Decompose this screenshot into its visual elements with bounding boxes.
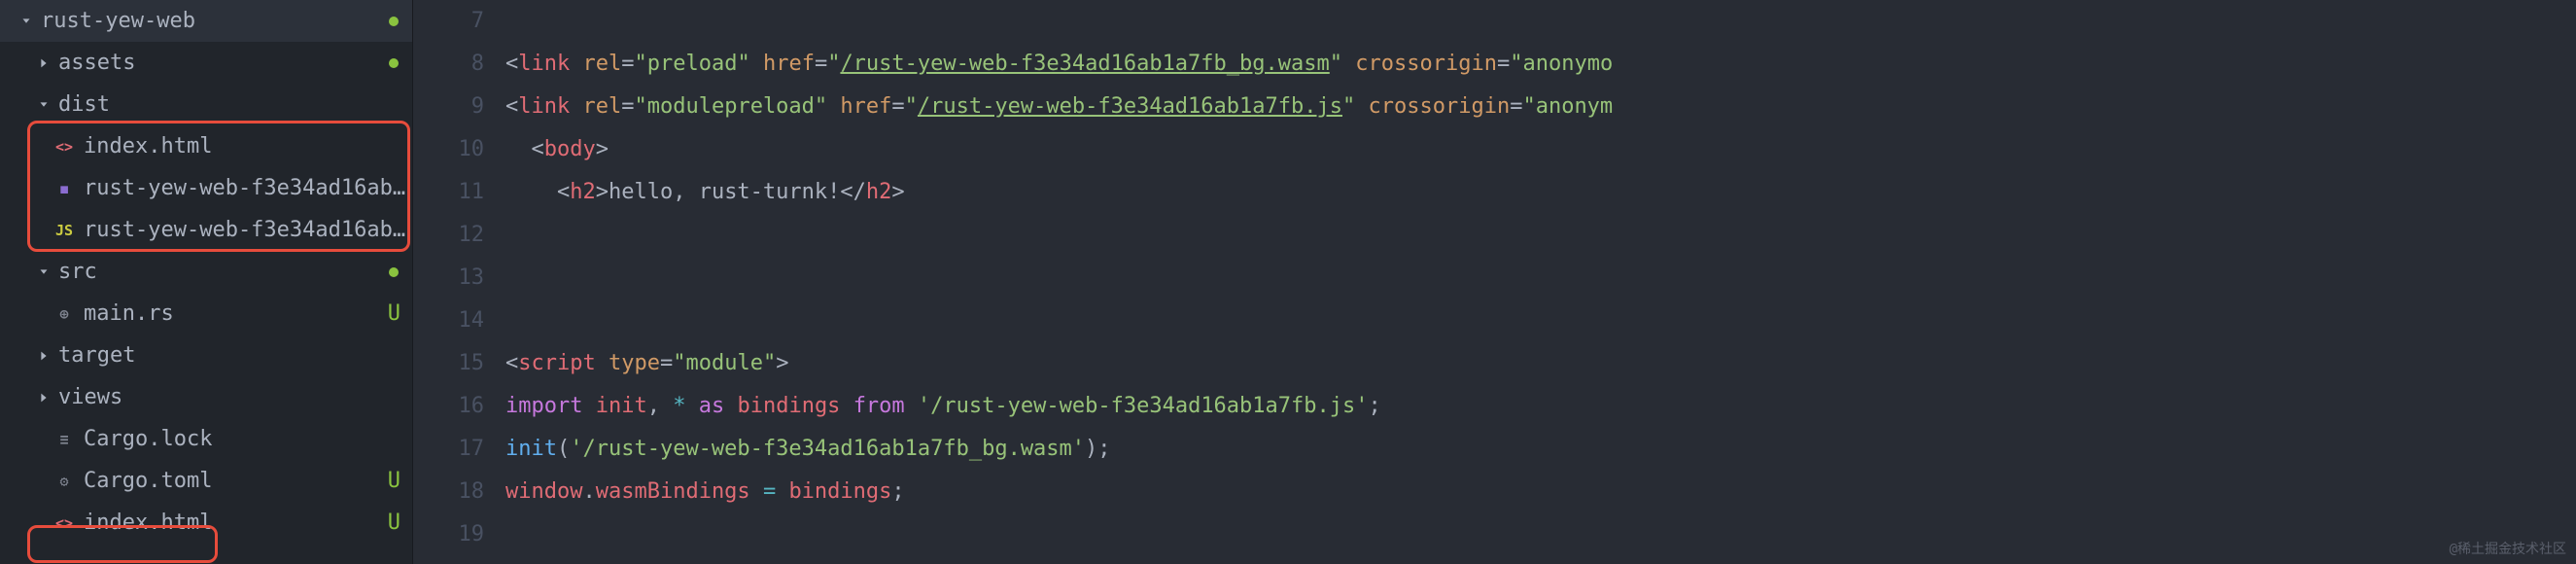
file-label: Cargo.toml [84, 469, 412, 493]
gear-icon: ⚙ [52, 470, 76, 493]
folder-views[interactable]: views [0, 376, 412, 418]
code-line: <script type="module"> [505, 342, 2576, 385]
code-line: window.wasmBindings = bindings; [505, 471, 2576, 513]
line-number: 15 [413, 342, 484, 385]
line-number: 13 [413, 257, 484, 300]
file-index-html-dist[interactable]: <> index.html [0, 125, 412, 167]
folder-root[interactable]: rust-yew-web [0, 0, 412, 42]
chevron-down-icon [17, 13, 35, 30]
code-line: init('/rust-yew-web-f3e34ad16ab1a7fb_bg.… [505, 428, 2576, 471]
code-line: import init, * as bindings from '/rust-y… [505, 385, 2576, 428]
folder-label: views [58, 385, 412, 409]
folder-target[interactable]: target [0, 335, 412, 376]
line-number: 7 [413, 0, 484, 43]
folder-label: target [58, 343, 412, 368]
chevron-down-icon [35, 264, 52, 281]
file-cargo-toml[interactable]: ⚙ Cargo.toml U [0, 460, 412, 502]
file-js[interactable]: JS rust-yew-web-f3e34ad16ab1a7fb.js [0, 209, 412, 251]
code-line: <h2>hello, rust-turnk!</h2> [505, 171, 2576, 214]
folder-assets[interactable]: assets [0, 42, 412, 84]
folder-label: rust-yew-web [41, 9, 412, 33]
line-number: 16 [413, 385, 484, 428]
git-untracked-badge: U [388, 511, 400, 535]
folder-src[interactable]: src [0, 251, 412, 293]
file-index-html-root[interactable]: <> index.html U [0, 502, 412, 544]
file-icon: ≡ [52, 428, 76, 451]
folder-dist[interactable]: dist [0, 84, 412, 125]
file-label: index.html [84, 134, 412, 159]
html-icon: <> [52, 511, 76, 535]
git-modified-dot [389, 267, 399, 277]
line-number: 14 [413, 300, 484, 342]
code-line [505, 0, 2576, 43]
folder-label: assets [58, 51, 412, 75]
chevron-right-icon [35, 54, 52, 72]
html-icon: <> [52, 135, 76, 159]
file-label: Cargo.lock [84, 427, 412, 451]
code-line: <link rel="modulepreload" href="/rust-ye… [505, 86, 2576, 128]
wasm-icon: ◼ [52, 177, 76, 200]
line-number: 11 [413, 171, 484, 214]
line-number-gutter: 7 8 9 10 11 12 13 14 15 16 17 18 19 [413, 0, 505, 564]
line-number: 10 [413, 128, 484, 171]
folder-label: dist [58, 92, 412, 117]
file-label: rust-yew-web-f3e34ad16ab1a7fb.js [84, 218, 412, 242]
chevron-right-icon [35, 347, 52, 365]
code-editor[interactable]: 7 8 9 10 11 12 13 14 15 16 17 18 19 <lin… [413, 0, 2576, 564]
chevron-right-icon [35, 389, 52, 406]
git-untracked-badge: U [388, 301, 400, 326]
line-number: 12 [413, 214, 484, 257]
line-number: 19 [413, 513, 484, 556]
js-icon: JS [52, 219, 76, 242]
git-modified-dot [389, 17, 399, 26]
code-line [505, 513, 2576, 556]
rust-icon: ⊕ [52, 302, 76, 326]
code-line [505, 214, 2576, 257]
code-content[interactable]: <link rel="preload" href="/rust-yew-web-… [505, 0, 2576, 564]
file-cargo-lock[interactable]: ≡ Cargo.lock [0, 418, 412, 460]
file-label: main.rs [84, 301, 412, 326]
code-line [505, 300, 2576, 342]
code-line: <body> [505, 128, 2576, 171]
folder-label: src [58, 260, 412, 284]
line-number: 9 [413, 86, 484, 128]
line-number: 18 [413, 471, 484, 513]
file-explorer-sidebar: rust-yew-web assets dist <> index.html ◼… [0, 0, 413, 564]
git-untracked-badge: U [388, 469, 400, 493]
file-main-rs[interactable]: ⊕ main.rs U [0, 293, 412, 335]
file-wasm[interactable]: ◼ rust-yew-web-f3e34ad16ab1a7fb_bg.wasm [0, 167, 412, 209]
watermark-text: @稀土掘金技术社区 [2450, 539, 2566, 558]
file-label: rust-yew-web-f3e34ad16ab1a7fb_bg.wasm [84, 176, 412, 200]
chevron-down-icon [35, 96, 52, 114]
file-label: index.html [84, 511, 412, 535]
git-modified-dot [389, 58, 399, 68]
line-number: 8 [413, 43, 484, 86]
line-number: 17 [413, 428, 484, 471]
code-line [505, 257, 2576, 300]
code-line: <link rel="preload" href="/rust-yew-web-… [505, 43, 2576, 86]
